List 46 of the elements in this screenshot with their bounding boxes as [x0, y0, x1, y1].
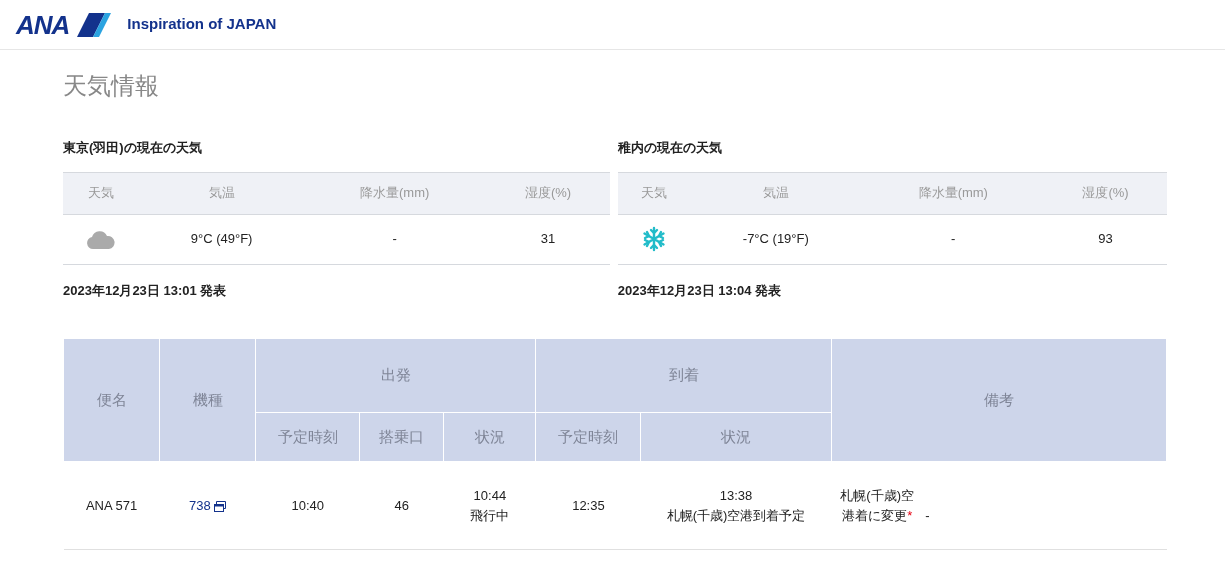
aircraft-link[interactable]: 738	[188, 497, 211, 513]
column-header: 湿度(%)	[486, 172, 610, 214]
column-header: 天気	[617, 172, 690, 214]
column-header: 天気	[63, 172, 140, 214]
logo-text: ANA	[16, 11, 70, 38]
popup-window-icon	[214, 500, 227, 512]
column-header: 気温	[139, 172, 304, 214]
column-header: 搭乗口	[359, 412, 444, 462]
table-cell: 93	[1044, 214, 1167, 264]
column-header: 便名	[63, 338, 160, 462]
column-header: 状況	[641, 412, 832, 462]
column-header: 機種	[159, 338, 256, 462]
column-header: 気温	[689, 172, 863, 214]
tagline: Inspiration of JAPAN	[127, 14, 277, 35]
table-cell: -7°C (19°F)	[689, 214, 863, 264]
snowflake-icon	[641, 226, 666, 252]
table-cell: 10:40	[255, 461, 360, 550]
table-cell: 9°C (49°F)	[139, 214, 304, 264]
column-header: 予定時刻	[535, 412, 641, 462]
issued-time: 2023年12月23日 13:01 発表	[63, 281, 228, 300]
column-header: 降水量(mm)	[862, 172, 1045, 214]
remark-text: -	[925, 507, 930, 523]
logo-stripe-icon	[77, 12, 112, 37]
table-cell: ANA 571	[63, 461, 160, 550]
section-title: 東京(羽田)の現在の天気	[63, 139, 203, 157]
issued-time: 2023年12月23日 13:04 発表	[617, 281, 783, 300]
table-cell: 31	[486, 214, 610, 264]
column-header: 予定時刻	[255, 412, 360, 462]
column-header: 湿度(%)	[1044, 172, 1167, 214]
column-header: 降水量(mm)	[303, 172, 487, 214]
table-cell: -	[303, 214, 487, 264]
actual-time: 13:38	[718, 487, 754, 505]
column-header: 到着	[535, 338, 832, 413]
table-cell: -	[862, 214, 1045, 264]
column-header: 状況	[443, 412, 536, 462]
column-header: 備考	[831, 338, 1167, 462]
table-cell: 12:35	[535, 461, 641, 550]
status-text: 飛行中	[469, 506, 511, 525]
actual-time: 10:44	[472, 487, 508, 505]
page-title: 天気情報	[63, 71, 160, 101]
remark-text: 札幌(千歳)空港着に変更*	[839, 487, 915, 525]
table-cell: 46	[359, 461, 444, 550]
column-header: 出発	[255, 338, 536, 413]
cloud-icon	[87, 230, 116, 249]
status-text: 札幌(千歳)空港到着予定	[665, 506, 807, 525]
section-title: 稚内の現在の天気	[617, 139, 723, 157]
